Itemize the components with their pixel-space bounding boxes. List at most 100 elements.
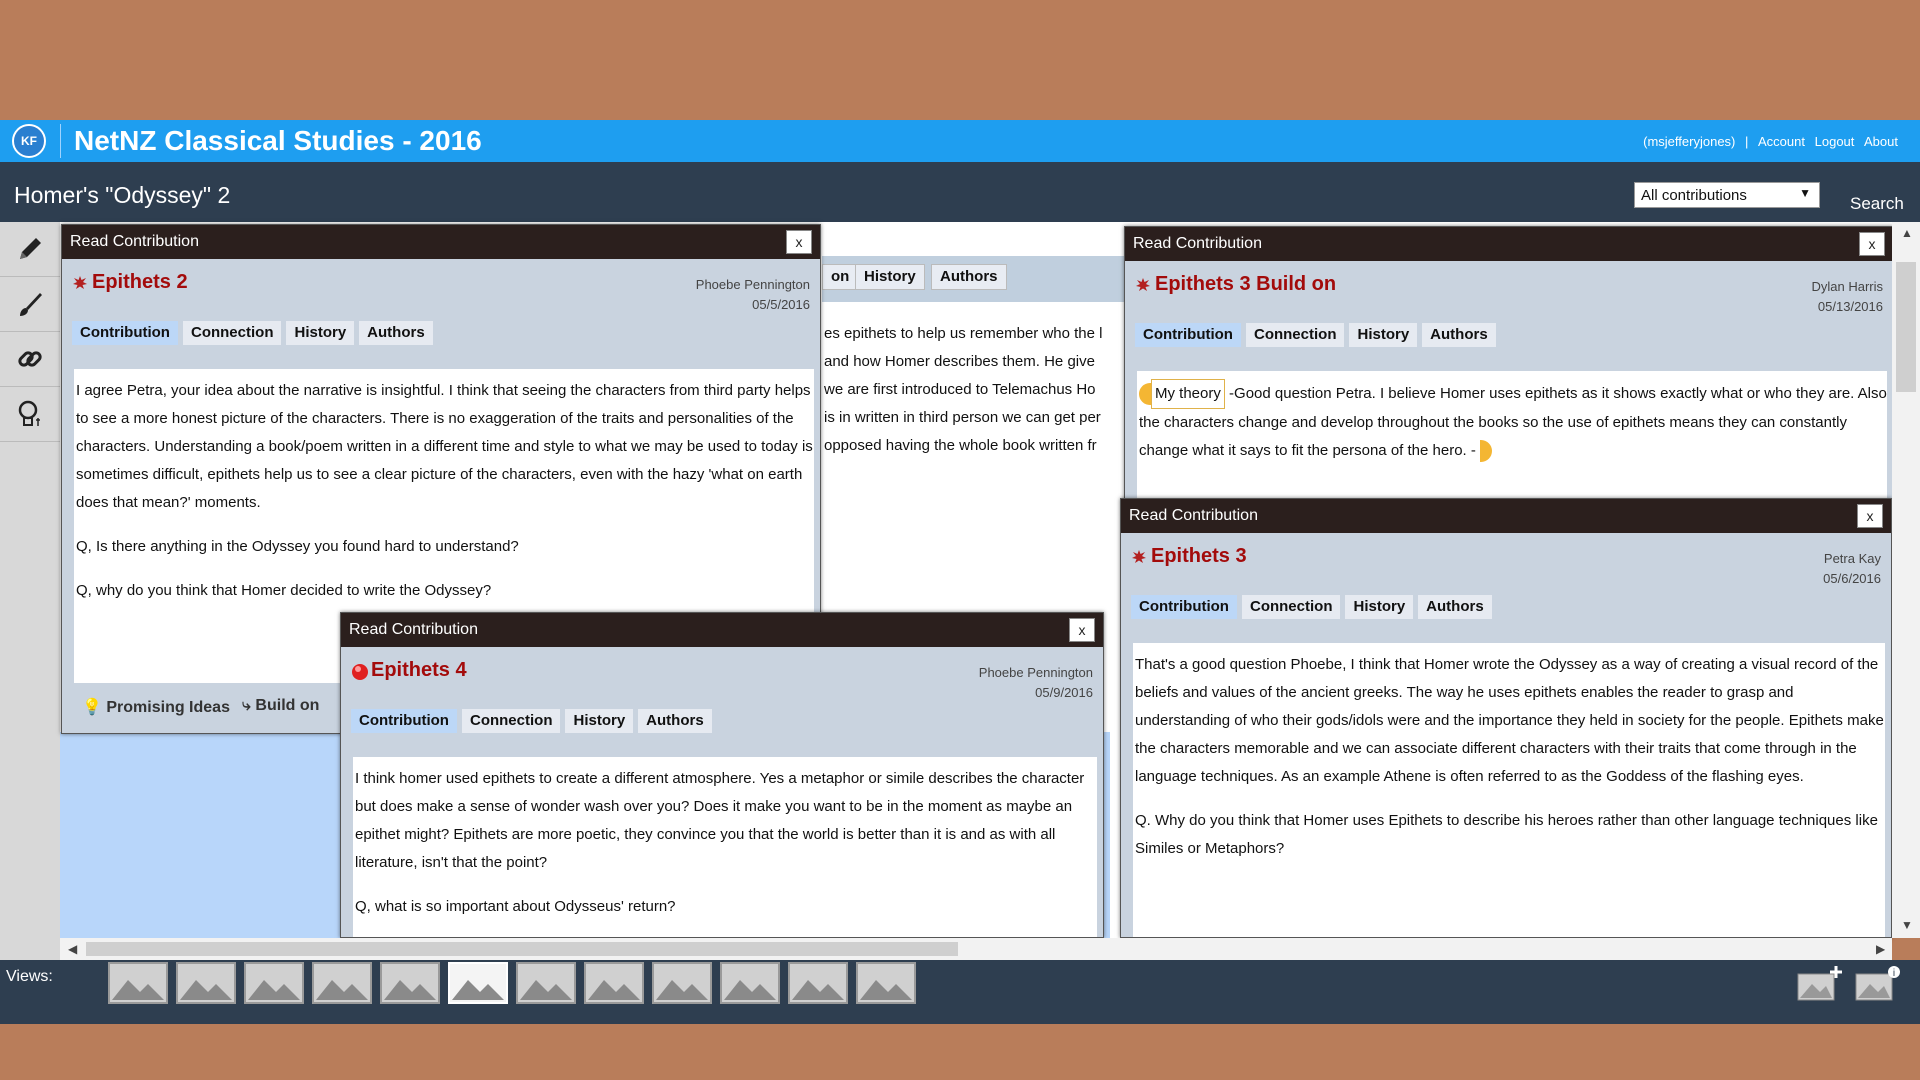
- close-button[interactable]: x: [786, 230, 812, 254]
- view-info-icon[interactable]: i: [1854, 964, 1900, 1002]
- search-button[interactable]: Search: [1850, 194, 1904, 214]
- tab-contribution[interactable]: Contribution: [72, 321, 178, 345]
- view-thumbnail[interactable]: [244, 962, 304, 1004]
- close-button[interactable]: x: [1859, 232, 1885, 256]
- contribution-date: 05/13/2016: [1817, 299, 1883, 314]
- contribution-date: 05/6/2016: [1823, 571, 1881, 586]
- contribution-window-epithets-3-build-on[interactable]: Read Contribution x Epithets 3 Build on …: [1124, 226, 1894, 516]
- view-thumbnail[interactable]: [584, 962, 644, 1004]
- logout-link[interactable]: Logout: [1815, 134, 1855, 149]
- app-title: NetNZ Classical Studies - 2016: [74, 125, 482, 156]
- contribution-author: Petra Kay: [1823, 551, 1881, 566]
- scroll-up-icon[interactable]: ▲: [1901, 226, 1913, 240]
- view-thumbnail[interactable]: [380, 962, 440, 1004]
- contribution-text: My theory -Good question Petra. I believ…: [1137, 371, 1887, 515]
- user-name[interactable]: (msjefferyjones): [1643, 134, 1735, 149]
- tab-authors[interactable]: Authors: [638, 709, 712, 733]
- tab-contribution[interactable]: Contribution: [351, 709, 457, 733]
- contribution-tabs: Contribution Connection History Authors: [1135, 323, 1501, 347]
- build-on-icon: ⤷: [242, 697, 251, 714]
- contribution-filter-select[interactable]: All contributions ▼: [1634, 182, 1820, 208]
- window-title-bar[interactable]: Read Contribution: [1121, 499, 1891, 533]
- view-thumbnail[interactable]: [856, 962, 916, 1004]
- contribution-window-epithets-3[interactable]: Read Contribution x Epithets 3 Petra Kay…: [1120, 498, 1892, 938]
- tab-history[interactable]: History: [286, 321, 355, 345]
- left-toolbar: [0, 222, 61, 960]
- tab-authors[interactable]: Authors: [359, 321, 433, 345]
- scroll-right-icon[interactable]: ▶: [1876, 942, 1885, 956]
- svg-text:i: i: [1893, 968, 1895, 979]
- tab-connection[interactable]: Connection: [182, 321, 282, 345]
- contribution-title: Epithets 2: [92, 271, 188, 293]
- contribution-body: I think homer used epithets to create a …: [341, 753, 1103, 937]
- view-thumbnail-image-icon: [724, 980, 776, 1000]
- contribution-tabs: Contribution Connection History Authors: [351, 709, 717, 733]
- contribution-title: Epithets 4: [371, 659, 467, 681]
- tab-history[interactable]: History: [565, 709, 634, 733]
- scaffold-label[interactable]: My theory: [1151, 379, 1225, 409]
- account-link[interactable]: Account: [1758, 134, 1805, 149]
- new-note-tool[interactable]: [0, 222, 60, 277]
- filter-selected: All contributions: [1641, 187, 1747, 204]
- link-tool[interactable]: [0, 332, 60, 387]
- background-tabs: on History Authors: [822, 256, 1132, 302]
- about-link[interactable]: About: [1864, 134, 1898, 149]
- view-thumbnail[interactable]: [720, 962, 780, 1004]
- top-bar: KF NetNZ Classical Studies - 2016 (msjef…: [0, 120, 1920, 162]
- close-button[interactable]: x: [1857, 504, 1883, 528]
- lightbulb-icon: [18, 400, 40, 426]
- read-note-icon: [1136, 278, 1150, 291]
- horizontal-scroll-thumb[interactable]: [86, 942, 958, 956]
- tab-authors[interactable]: Authors: [1418, 595, 1492, 619]
- view-thumbnail[interactable]: [516, 962, 576, 1004]
- tab-connection[interactable]: Connection: [461, 709, 561, 733]
- view-thumbnail[interactable]: [312, 962, 372, 1004]
- scroll-left-icon[interactable]: ◀: [68, 942, 77, 956]
- logo-separator: [60, 124, 61, 158]
- build-on-button[interactable]: ⤷ Build on: [242, 697, 319, 715]
- bg-tab-history[interactable]: History: [855, 264, 925, 290]
- contribution-body: My theory -Good question Petra. I believ…: [1125, 367, 1893, 515]
- tab-contribution[interactable]: Contribution: [1135, 323, 1241, 347]
- contribution-header: Epithets 2 Phoebe Pennington 05/5/2016 C…: [62, 259, 820, 365]
- close-button[interactable]: x: [1069, 618, 1095, 642]
- view-thumbnail[interactable]: [108, 962, 168, 1004]
- view-thumbnail[interactable]: [448, 962, 508, 1004]
- view-thumbnail[interactable]: [652, 962, 712, 1004]
- view-thumbnail[interactable]: [176, 962, 236, 1004]
- drawing-tool[interactable]: [0, 277, 60, 332]
- tab-history[interactable]: History: [1349, 323, 1418, 347]
- tab-authors[interactable]: Authors: [1422, 323, 1496, 347]
- scaffold-start-marker: [1139, 383, 1151, 406]
- horizontal-scrollbar[interactable]: ◀ ▶: [60, 938, 1892, 960]
- vertical-scrollbar[interactable]: ▲ ▼: [1892, 222, 1920, 938]
- contribution-header: Epithets 3 Petra Kay 05/6/2016 Contribut…: [1121, 533, 1891, 639]
- kf-logo[interactable]: KF: [12, 124, 46, 158]
- view-thumbnail-image-icon: [452, 980, 504, 1000]
- background-text: es epithets to help us remember who the …: [824, 325, 1103, 454]
- tab-connection[interactable]: Connection: [1245, 323, 1345, 347]
- vertical-scroll-thumb[interactable]: [1896, 262, 1916, 392]
- views-bar: Views: i: [0, 960, 1920, 1024]
- lightbulb-small-icon: 💡: [82, 699, 102, 716]
- scaffold-end-marker: [1480, 440, 1493, 463]
- view-thumbnail-image-icon: [248, 980, 300, 1000]
- rise-above-tool[interactable]: [0, 387, 60, 442]
- promising-ideas-button[interactable]: 💡 Promising Ideas: [82, 697, 230, 717]
- window-title-bar[interactable]: Read Contribution: [1125, 227, 1893, 261]
- tab-connection[interactable]: Connection: [1241, 595, 1341, 619]
- window-title-bar[interactable]: Read Contribution: [341, 613, 1103, 647]
- view-thumbnail-image-icon: [792, 980, 844, 1000]
- tab-history[interactable]: History: [1345, 595, 1414, 619]
- contribution-window-epithets-4[interactable]: Read Contribution x Epithets 4 Phoebe Pe…: [340, 612, 1104, 938]
- contribution-author: Phoebe Pennington: [978, 665, 1093, 680]
- scroll-down-icon[interactable]: ▼: [1901, 918, 1913, 932]
- bg-tab-authors[interactable]: Authors: [931, 264, 1007, 290]
- tab-contribution[interactable]: Contribution: [1131, 595, 1237, 619]
- bg-tab-connection[interactable]: on: [822, 264, 859, 290]
- view-header: Homer's "Odyssey" 2 All contributions ▼ …: [0, 162, 1920, 222]
- contribution-text: I think homer used epithets to create a …: [353, 757, 1097, 937]
- view-thumbnail[interactable]: [788, 962, 848, 1004]
- add-view-icon[interactable]: [1796, 964, 1842, 1002]
- window-title-bar[interactable]: Read Contribution: [62, 225, 820, 259]
